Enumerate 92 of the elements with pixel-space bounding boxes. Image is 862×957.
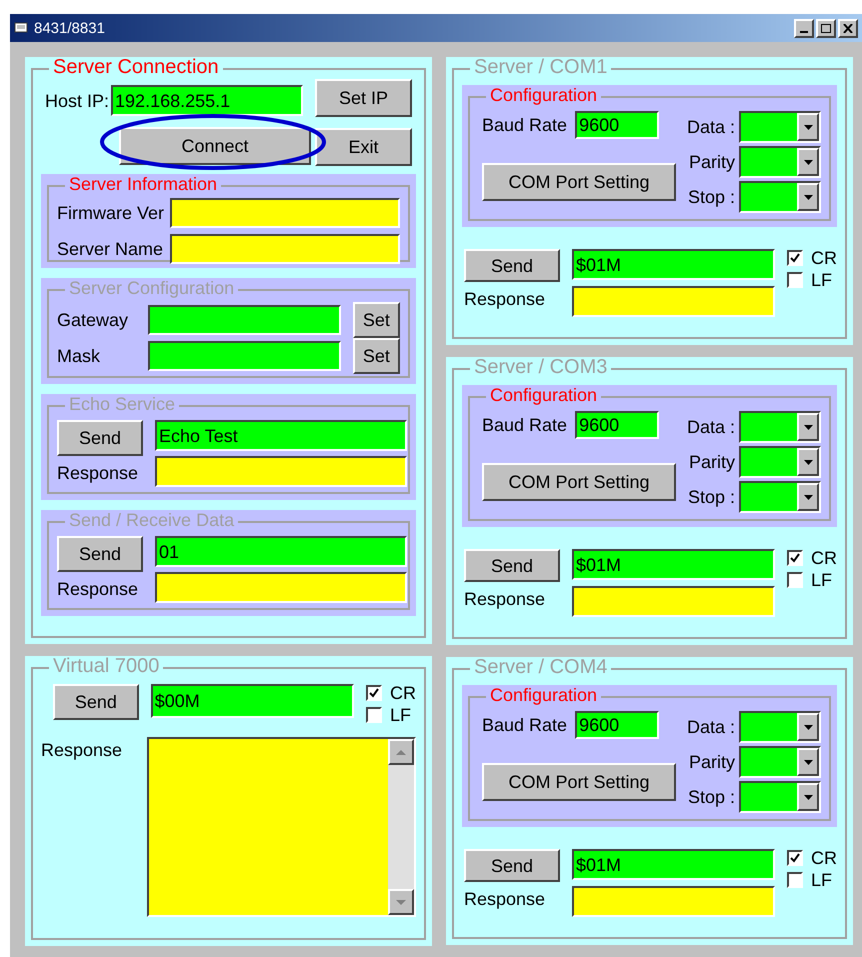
field-label: Data : — [686, 118, 735, 136]
close-icon — [843, 24, 853, 32]
group-title: Configuration — [490, 385, 598, 405]
field-label: CR — [811, 849, 837, 867]
response-field[interactable] — [572, 586, 775, 617]
group-title: Server / COM4 — [474, 656, 608, 678]
field-label: Stop : — [688, 788, 735, 806]
caret-icon — [804, 794, 812, 800]
dropdown-field[interactable] — [739, 181, 821, 213]
exit-button[interactable]: Exit — [315, 128, 412, 166]
scroll-up-button[interactable] — [388, 739, 414, 765]
dropdown-field[interactable] — [739, 446, 821, 478]
field-label: Server Name — [57, 240, 164, 258]
close-button[interactable] — [838, 18, 858, 38]
caret-icon — [804, 194, 812, 200]
check-icon — [790, 553, 800, 563]
address-field[interactable] — [148, 341, 341, 371]
maximize-button[interactable] — [816, 18, 836, 38]
group-title: Server Configuration — [69, 278, 234, 298]
caret-icon — [804, 494, 812, 500]
group-title: Server Information — [69, 174, 218, 194]
up-arrow-icon — [396, 750, 406, 754]
check-icon — [790, 253, 800, 263]
group-title: Echo Service — [69, 394, 176, 414]
group-title: Server Connection — [53, 56, 219, 78]
response-field[interactable] — [572, 286, 775, 317]
minimize-icon — [800, 30, 808, 32]
field-label: Data : — [686, 718, 735, 736]
caret-icon — [804, 724, 812, 730]
dropdown-field[interactable] — [739, 481, 821, 513]
response-field[interactable] — [155, 456, 407, 487]
field-label: Baud Rate — [482, 416, 568, 434]
info-field[interactable] — [170, 234, 400, 264]
caret-icon — [804, 460, 812, 464]
check-icon — [790, 853, 800, 863]
field-label: CR — [390, 684, 416, 702]
field-label: Response — [57, 580, 140, 598]
group-title: Configuration — [490, 85, 598, 105]
response-area[interactable] — [146, 737, 416, 917]
maximize-icon — [821, 24, 831, 32]
info-field[interactable] — [170, 198, 400, 228]
group-title: Send / Receive Data — [69, 510, 234, 530]
scrollbar[interactable] — [388, 739, 414, 915]
field-label: LF — [811, 271, 832, 289]
field-label: Response — [464, 590, 546, 608]
check-icon — [369, 688, 379, 698]
response-field[interactable] — [572, 886, 775, 917]
field-label: Parity — [688, 753, 735, 771]
down-arrow-icon — [396, 900, 406, 904]
field-label: Gateway — [57, 311, 130, 329]
field-label: CR — [811, 249, 837, 267]
field-label: Stop : — [688, 188, 735, 206]
group-title: Server / COM3 — [474, 356, 608, 378]
address-field[interactable] — [148, 305, 341, 335]
field-label: Firmware Ver — [57, 204, 164, 222]
dropdown-field[interactable] — [739, 781, 821, 813]
scroll-down-button[interactable] — [388, 889, 414, 915]
field-label: Baud Rate — [482, 716, 568, 734]
field-label: Response — [41, 741, 124, 762]
field-label: Parity — [688, 453, 735, 471]
field-label: Data : — [686, 418, 735, 436]
connect-button[interactable]: Connect — [119, 127, 311, 165]
field-label: Mask — [57, 347, 102, 365]
dropdown-field[interactable] — [739, 111, 821, 143]
minimize-button[interactable] — [794, 18, 814, 38]
field-label: Parity — [688, 153, 735, 171]
group-title: Server / COM1 — [474, 56, 608, 78]
response-field[interactable] — [155, 572, 407, 603]
field-label: LF — [811, 871, 832, 889]
field-label: LF — [811, 571, 832, 589]
caret-icon — [804, 160, 812, 164]
field-label: Stop : — [688, 488, 735, 506]
field-label: Host IP: — [45, 92, 110, 110]
field-label: Response — [57, 464, 140, 482]
field-label: Response — [464, 890, 546, 908]
caret-icon — [804, 760, 812, 764]
dropdown-field[interactable] — [739, 746, 821, 778]
window-icon — [14, 21, 30, 35]
group-title: Configuration — [490, 685, 598, 705]
window-title: 8431/8831 — [34, 20, 106, 36]
field-label: Response — [464, 290, 546, 308]
field-label: CR — [811, 549, 837, 567]
dropdown-field[interactable] — [739, 146, 821, 178]
caret-icon — [804, 424, 812, 430]
field-label: Baud Rate — [482, 116, 568, 134]
caret-icon — [804, 124, 812, 130]
host-ip-field[interactable]: 192.168.255.1 — [111, 85, 304, 116]
dropdown-field[interactable] — [739, 411, 821, 443]
group-title: Virtual 7000 — [53, 655, 160, 677]
field-label: LF — [390, 706, 412, 724]
set-ip-button[interactable]: Set IP — [315, 79, 412, 117]
dropdown-field[interactable] — [739, 711, 821, 743]
